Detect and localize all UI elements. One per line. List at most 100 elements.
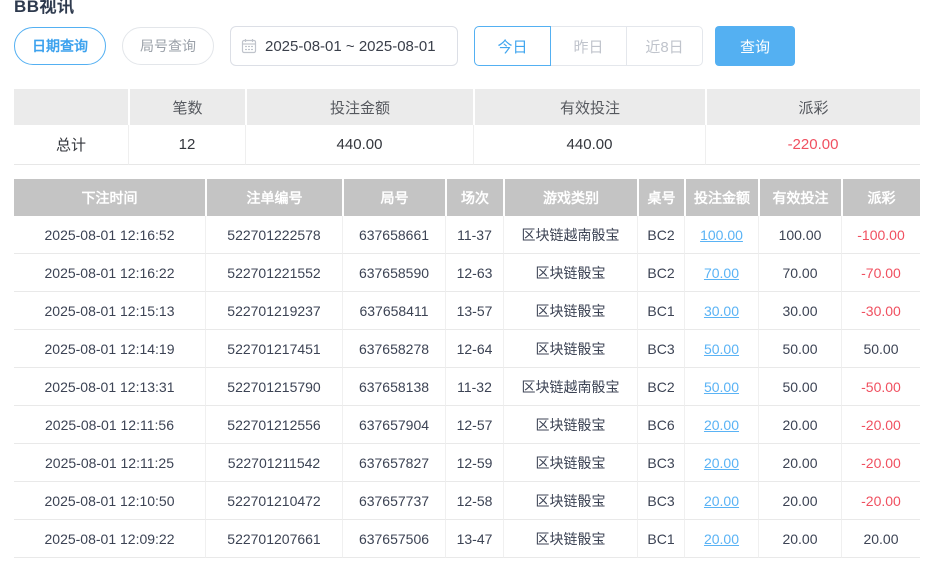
cell-round_no: 637658138 (342, 368, 445, 406)
header-game-type: 游戏类别 (503, 179, 637, 216)
bet-amount-link[interactable]: 20.00 (704, 493, 739, 509)
calendar-icon (241, 38, 257, 54)
cell-round_no: 637657827 (342, 444, 445, 482)
cell-table_no: BC2 (637, 368, 684, 406)
tab-date-query[interactable]: 日期查询 (14, 27, 106, 65)
cell-valid: 50.00 (758, 368, 841, 406)
bet-amount-link[interactable]: 50.00 (704, 379, 739, 395)
summary-bet-amount-value: 440.00 (245, 125, 473, 165)
cell-round_no: 637658590 (342, 254, 445, 292)
cell-time: 2025-08-01 12:16:22 (14, 254, 205, 292)
cell-order_no: 522701210472 (205, 482, 342, 520)
table-row: 2025-08-01 12:09:22522701207661637657506… (14, 520, 920, 558)
summary-payout-value: -220.00 (705, 125, 920, 165)
bet-amount-link[interactable]: 70.00 (704, 265, 739, 281)
bet-amount-link[interactable]: 20.00 (704, 531, 739, 547)
cell-session: 13-47 (445, 520, 503, 558)
cell-round_no: 637658411 (342, 292, 445, 330)
cell-valid: 20.00 (758, 482, 841, 520)
summary-header-row: 笔数 投注金额 有效投注 派彩 (14, 89, 920, 125)
cell-game: 区块链越南骰宝 (503, 216, 637, 254)
cell-bet: 50.00 (684, 330, 758, 368)
cell-valid: 20.00 (758, 520, 841, 558)
header-order-no: 注单编号 (205, 179, 342, 216)
summary-header-bet-amount: 投注金额 (245, 89, 473, 125)
summary-total-label: 总计 (14, 125, 128, 165)
cell-table_no: BC1 (637, 520, 684, 558)
cell-payout: -30.00 (841, 292, 920, 330)
today-button[interactable]: 今日 (474, 26, 551, 66)
header-bet-amount: 投注金额 (684, 179, 758, 216)
cell-valid: 20.00 (758, 444, 841, 482)
cell-valid: 50.00 (758, 330, 841, 368)
cell-payout: -100.00 (841, 216, 920, 254)
cell-round_no: 637657506 (342, 520, 445, 558)
header-round-no: 局号 (342, 179, 445, 216)
bet-records-table: 下注时间 注单编号 局号 场次 游戏类别 桌号 投注金额 有效投注 派彩 202… (14, 179, 920, 558)
cell-session: 11-32 (445, 368, 503, 406)
cell-bet: 70.00 (684, 254, 758, 292)
table-row: 2025-08-01 12:16:52522701222578637658661… (14, 216, 920, 254)
cell-order_no: 522701221552 (205, 254, 342, 292)
date-range-input[interactable]: 2025-08-01 ~ 2025-08-01 (230, 26, 458, 66)
cell-payout: 50.00 (841, 330, 920, 368)
last-8-days-button[interactable]: 近8日 (626, 26, 703, 66)
table-row: 2025-08-01 12:14:19522701217451637658278… (14, 330, 920, 368)
cell-session: 12-57 (445, 406, 503, 444)
summary-header-payout: 派彩 (705, 89, 920, 125)
filter-bar: 日期查询 局号查询 2025-08-01 ~ 2025-08-01 今日 昨日 … (14, 26, 920, 66)
cell-time: 2025-08-01 12:11:56 (14, 406, 205, 444)
cell-payout: -70.00 (841, 254, 920, 292)
bet-amount-link[interactable]: 100.00 (700, 227, 743, 243)
records-header-row: 下注时间 注单编号 局号 场次 游戏类别 桌号 投注金额 有效投注 派彩 (14, 179, 920, 216)
cell-bet: 50.00 (684, 368, 758, 406)
cell-round_no: 637657904 (342, 406, 445, 444)
cell-table_no: BC6 (637, 406, 684, 444)
header-payout: 派彩 (841, 179, 920, 216)
cell-table_no: BC2 (637, 254, 684, 292)
search-button[interactable]: 查询 (715, 26, 795, 66)
cell-game: 区块链骰宝 (503, 444, 637, 482)
header-valid-bet: 有效投注 (758, 179, 841, 216)
cell-round_no: 637658278 (342, 330, 445, 368)
cell-payout: 20.00 (841, 520, 920, 558)
cell-game: 区块链越南骰宝 (503, 368, 637, 406)
cell-order_no: 522701222578 (205, 216, 342, 254)
cell-bet: 100.00 (684, 216, 758, 254)
summary-count-value: 12 (128, 125, 245, 165)
cell-session: 13-57 (445, 292, 503, 330)
header-session: 场次 (445, 179, 503, 216)
tab-round-query[interactable]: 局号查询 (122, 27, 214, 65)
bet-amount-link[interactable]: 20.00 (704, 417, 739, 433)
cell-order_no: 522701219237 (205, 292, 342, 330)
bet-amount-link[interactable]: 30.00 (704, 303, 739, 319)
date-range-value: 2025-08-01 ~ 2025-08-01 (265, 38, 436, 55)
cell-valid: 30.00 (758, 292, 841, 330)
header-table-no: 桌号 (637, 179, 684, 216)
cell-time: 2025-08-01 12:15:13 (14, 292, 205, 330)
table-row: 2025-08-01 12:15:13522701219237637658411… (14, 292, 920, 330)
cell-session: 12-59 (445, 444, 503, 482)
cell-game: 区块链骰宝 (503, 292, 637, 330)
cell-game: 区块链骰宝 (503, 406, 637, 444)
table-row: 2025-08-01 12:10:50522701210472637657737… (14, 482, 920, 520)
bet-amount-link[interactable]: 50.00 (704, 341, 739, 357)
bet-amount-link[interactable]: 20.00 (704, 455, 739, 471)
cell-table_no: BC3 (637, 482, 684, 520)
cell-time: 2025-08-01 12:11:25 (14, 444, 205, 482)
cell-bet: 20.00 (684, 406, 758, 444)
cell-round_no: 637657737 (342, 482, 445, 520)
cell-bet: 20.00 (684, 520, 758, 558)
cell-valid: 20.00 (758, 406, 841, 444)
cell-time: 2025-08-01 12:13:31 (14, 368, 205, 406)
cell-order_no: 522701211542 (205, 444, 342, 482)
yesterday-button[interactable]: 昨日 (550, 26, 627, 66)
cell-order_no: 522701215790 (205, 368, 342, 406)
cell-table_no: BC3 (637, 330, 684, 368)
close-icon[interactable]: ✕ (882, 0, 902, 6)
cell-time: 2025-08-01 12:10:50 (14, 482, 205, 520)
cell-session: 12-58 (445, 482, 503, 520)
cell-time: 2025-08-01 12:09:22 (14, 520, 205, 558)
topbar: BB视讯 ✕ (14, 0, 920, 6)
summary-valid-bet-value: 440.00 (473, 125, 705, 165)
